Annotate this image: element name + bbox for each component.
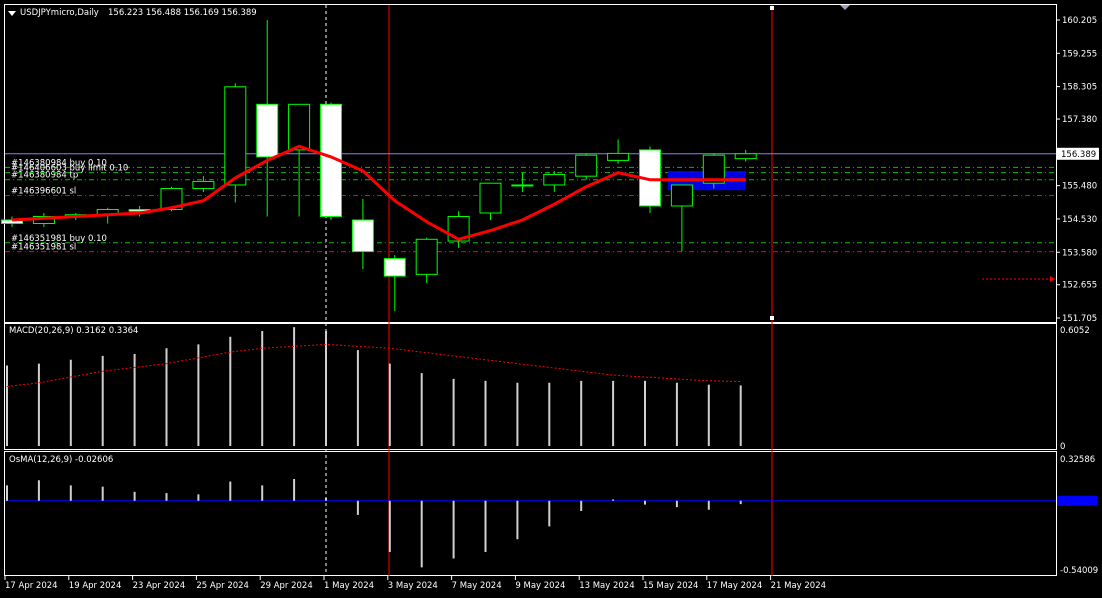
candle-body [670,184,693,207]
x-tick-label: 3 May 2024 [388,581,438,591]
candle [575,153,598,180]
macd-y-tick-label: 0.6052 [1060,326,1090,336]
candle-body [575,154,598,177]
candle-body [383,258,406,277]
x-tick-label: 29 Apr 2024 [260,581,313,591]
y-tick-label: 152.655 [1062,281,1097,291]
order-label: #146406603 buy limit 0.10 [11,164,128,174]
y-tick-label: 155.480 [1062,182,1097,192]
osma-value-tag [1057,495,1097,506]
x-tick-label: 13 May 2024 [579,581,634,591]
candle-body [256,103,279,158]
candle-body [288,103,311,151]
candle-body [479,182,502,214]
x-tick-label: 23 Apr 2024 [133,581,186,591]
ohlc-readout: 156.223 156.488 156.169 156.389 [108,8,257,18]
macd-y-tick-label: 0 [1060,442,1065,452]
symbol-header: USDJPYmicro,Daily 156.223 156.488 156.16… [8,8,257,18]
sep-marker-bottom [770,316,774,320]
x-tick-label: 25 Apr 2024 [196,581,249,591]
x-tick-label: 19 Apr 2024 [69,581,122,591]
y-tick-label: 154.530 [1062,215,1097,225]
candle-body [734,153,757,160]
order-label: #146396601 sl [11,186,76,196]
y-tick-label: 158.305 [1062,83,1097,93]
x-tick-label: 15 May 2024 [643,581,698,591]
candle-body [415,238,438,275]
order-label: #146351981 sl [11,243,76,253]
y-tick-label: 159.255 [1062,49,1097,59]
x-tick-label: 1 May 2024 [324,581,374,591]
sep-marker-top [770,6,774,10]
y-tick-label: 151.705 [1062,314,1097,324]
x-tick-label: 21 May 2024 [771,581,826,591]
candle-body [192,180,215,189]
x-tick-label: 17 Apr 2024 [5,581,58,591]
symbol-label: USDJPYmicro,Daily [20,8,99,18]
y-tick-label: 153.580 [1062,248,1097,258]
osma-y-tick-label: 0.32586 [1060,455,1095,465]
candle [702,153,725,189]
price-panel[interactable] [0,0,1102,598]
candle-body [351,219,374,253]
y-tick-label: 157.380 [1062,115,1097,125]
x-tick-label: 9 May 2024 [515,581,565,591]
candle-body [224,86,247,186]
candle-body [607,152,630,161]
y-tick-label: 156.389 [1061,150,1096,160]
osma-label: OsMA(12,26,9) -0.02606 [9,455,113,465]
candle-body [543,173,566,186]
x-tick-label: 7 May 2024 [452,581,502,591]
trading-chart[interactable]: #146380984 buy 0.10#146380984 tp#1464066… [0,0,1102,598]
candle-body [511,184,534,187]
macd-label: MACD(20,26,9) 0.3162 0.3364 [9,326,138,336]
y-tick-label: 160.205 [1062,16,1097,26]
x-tick-label: 17 May 2024 [707,581,762,591]
osma-y-tick-label: -0.54009 [1060,566,1098,576]
